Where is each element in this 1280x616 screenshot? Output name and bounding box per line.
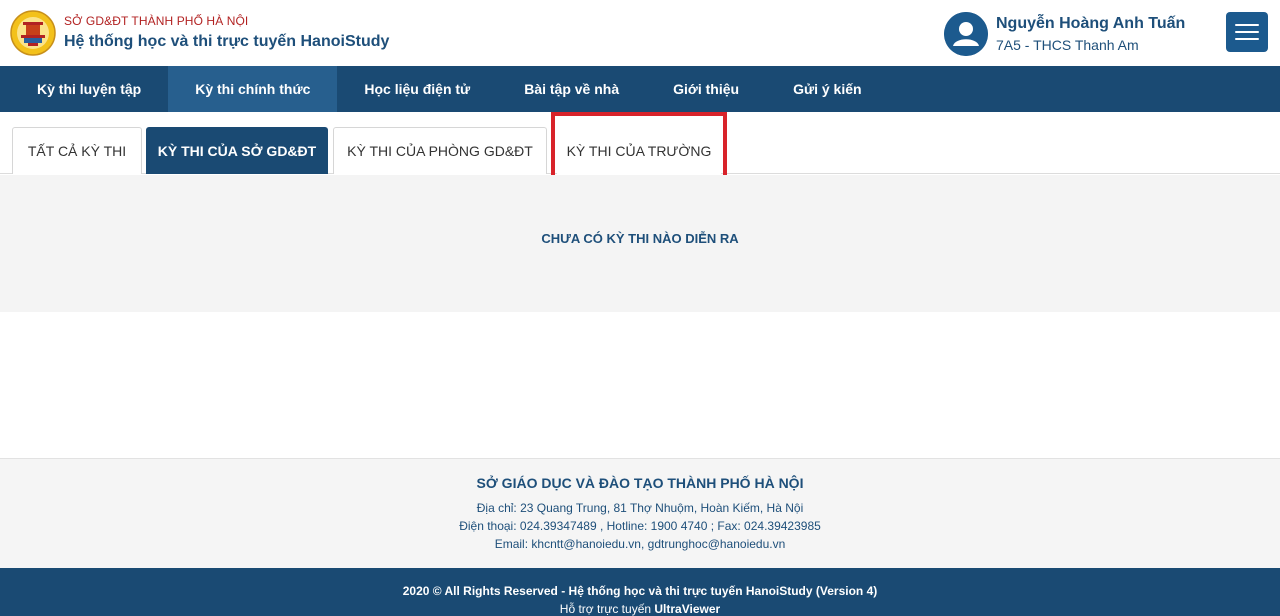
copyright: 2020 © All Rights Reserved - Hệ thống họ… [402,584,878,598]
footer-title: SỞ GIÁO DỤC VÀ ĐÀO TẠO THÀNH PHỐ HÀ NỘI [476,475,804,491]
hamburger-menu-icon [1235,24,1259,26]
support-line: Hỗ trợ trực tuyến UltraViewer [0,602,1280,616]
footer-phone: Điện thoại: 024.39347489 , Hotline: 1900… [459,519,821,533]
nav-item-about[interactable]: Giới thiệu [646,66,766,112]
user-class: 7A5 - THCS Thanh Am [996,37,1139,53]
nav-item-official-exams[interactable]: Kỳ thi chính thức [168,66,338,112]
empty-message: CHƯA CÓ KỲ THI NÀO DIỄN RA [541,231,739,246]
footer: SỞ GIÁO DỤC VÀ ĐÀO TẠO THÀNH PHỐ HÀ NỘI … [0,458,1280,568]
system-name[interactable]: Hệ thống học và thi trực tuyến HanoiStud… [64,33,389,51]
nav-item-homework[interactable]: Bài tập về nhà [497,66,646,112]
main-nav: Kỳ thi luyện tập Kỳ thi chính thức Học l… [0,66,1280,112]
support-link[interactable]: UltraViewer [654,602,720,616]
hamburger-menu-button[interactable] [1226,12,1268,52]
support-prefix: Hỗ trợ trực tuyến [559,602,652,616]
user-icon[interactable] [944,12,988,56]
top-header: SỞ GD&ĐT THÀNH PHỐ HÀ NỘI Hệ thống học v… [0,0,1280,66]
org-name: SỞ GD&ĐT THÀNH PHỐ HÀ NỘI [64,14,249,28]
nav-item-practice-exams[interactable]: Kỳ thi luyện tập [10,66,168,112]
exam-tabs: TẤT CẢ KỲ THI KỲ THI CỦA SỞ GD&ĐT KỲ THI… [0,112,1280,174]
nav-item-feedback[interactable]: Gửi ý kiến [766,66,889,112]
footer-email: Email: khcntt@hanoiedu.vn, gdtrunghoc@ha… [494,537,786,551]
footer-address: Địa chỉ: 23 Quang Trung, 81 Thợ Nhuộm, H… [476,501,804,515]
nav-item-e-learning[interactable]: Học liệu điện tử [337,66,497,112]
exam-list-panel: CHƯA CÓ KỲ THI NÀO DIỄN RA [0,175,1280,312]
user-name[interactable]: Nguyễn Hoàng Anh Tuấn [996,15,1185,33]
tab-all-exams[interactable]: TẤT CẢ KỲ THI [12,127,142,174]
tab-school-exams[interactable]: KỲ THI CỦA TRƯỜNG [557,127,721,174]
emblem-logo-icon[interactable] [10,10,56,56]
tab-department-exams[interactable]: KỲ THI CỦA SỞ GD&ĐT [146,127,328,174]
bottom-bar: 2020 © All Rights Reserved - Hệ thống họ… [0,568,1280,616]
tab-district-exams[interactable]: KỲ THI CỦA PHÒNG GD&ĐT [333,127,547,174]
